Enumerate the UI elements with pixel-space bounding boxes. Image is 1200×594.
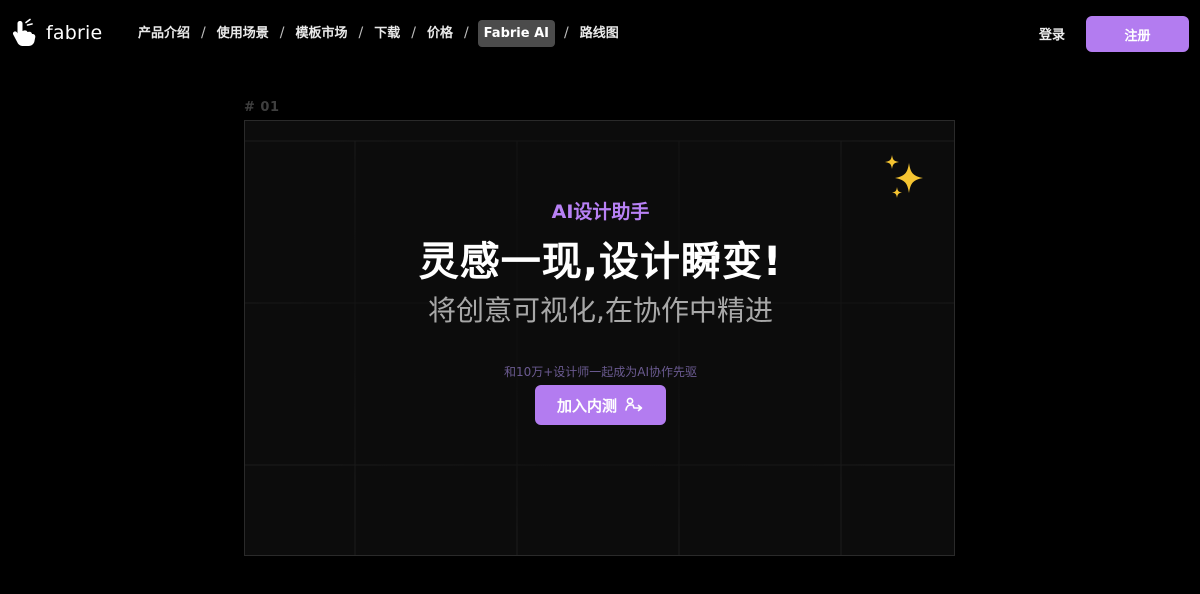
background-grid [245, 121, 954, 555]
nav-item-use-cases[interactable]: 使用场景 [215, 20, 271, 47]
hand-pointer-icon [12, 18, 36, 46]
logo[interactable]: fabrie [10, 18, 102, 48]
hero-subheadline: 将创意可视化,在协作中精进 [428, 294, 773, 327]
logo-text: fabrie [46, 22, 103, 44]
main-nav: 产品介绍 / 使用场景 / 模板市场 / 下载 / 价格 / Fabrie AI… [136, 20, 621, 47]
nav-separator: / [411, 25, 416, 41]
nav-separator: / [358, 25, 364, 41]
hero-card: AI设计助手 灵感一现,设计瞬变! 将创意可视化,在协作中精进 和10万+设计师… [244, 120, 955, 556]
nav-item-template-market[interactable]: 模板市场 [293, 20, 349, 47]
nav-item-product-intro[interactable]: 产品介绍 [136, 20, 192, 47]
page: fabrie 产品介绍 / 使用场景 / 模板市场 / 下载 / 价格 / Fa… [0, 0, 1200, 594]
community-text: 和10万+设计师一起成为AI协作先驱 [503, 365, 698, 379]
nav-item-fabrie-ai[interactable]: Fabrie AI [477, 20, 555, 47]
join-beta-button[interactable]: 加入内测 [535, 385, 666, 425]
hero-tagline: AI设计助手 [551, 201, 650, 223]
nav-separator: / [279, 25, 285, 41]
hero-headline: 灵感一现,设计瞬变! [418, 239, 783, 285]
login-link[interactable]: 登录 [1039, 24, 1065, 43]
nav-separator: / [563, 25, 569, 41]
nav-separator: / [201, 25, 206, 41]
header: fabrie 产品介绍 / 使用场景 / 模板市场 / 下载 / 价格 / Fa… [0, 0, 1200, 68]
nav-item-pricing[interactable]: 价格 [425, 20, 455, 47]
section-label: # 01 [244, 100, 280, 115]
nav-item-download[interactable]: 下载 [372, 20, 402, 47]
nav-item-roadmap[interactable]: 路线图 [578, 20, 621, 47]
join-beta-label: 加入内测 [556, 396, 617, 415]
signup-button[interactable]: 注册 [1086, 16, 1189, 52]
arrow-person-icon [625, 397, 643, 412]
nav-separator: / [463, 25, 469, 41]
